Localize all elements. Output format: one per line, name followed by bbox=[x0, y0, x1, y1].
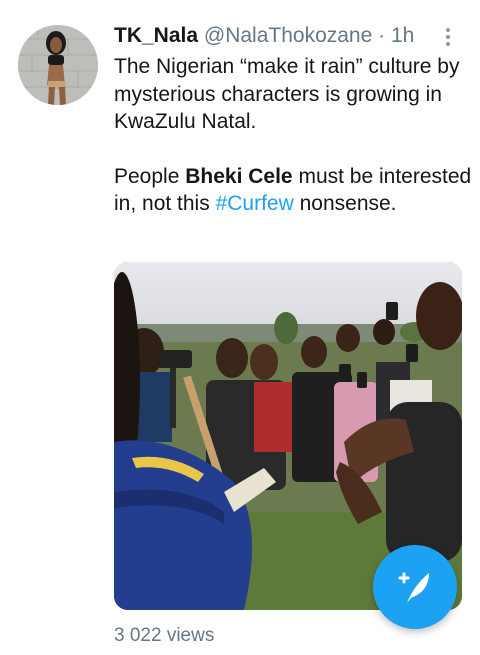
tweet-text: The Nigerian “make it rain” culture by m… bbox=[114, 53, 474, 218]
tweet-paragraph-2: People Bheki Cele must be interested in,… bbox=[114, 163, 474, 218]
tweet-paragraph-1: The Nigerian “make it rain” culture by m… bbox=[114, 55, 460, 133]
tweet-header: TK_Nala @NalaThokozane · 1h bbox=[114, 22, 454, 50]
compose-tweet-button[interactable] bbox=[373, 545, 457, 629]
author-name[interactable]: TK_Nala bbox=[114, 24, 198, 47]
avatar[interactable] bbox=[18, 25, 98, 105]
tweet-time[interactable]: 1h bbox=[391, 24, 414, 47]
text-suffix: nonsense. bbox=[293, 192, 397, 215]
author-handle[interactable]: @NalaThokozane bbox=[204, 24, 372, 47]
more-vertical-icon[interactable] bbox=[441, 26, 455, 48]
view-count: 3 022 views bbox=[114, 625, 215, 646]
text-prefix: People bbox=[114, 164, 186, 188]
bold-name: Bheki Cele bbox=[185, 164, 293, 188]
hashtag-link[interactable]: #Curfew bbox=[216, 192, 294, 215]
avatar-image bbox=[18, 25, 98, 105]
compose-tweet-icon bbox=[398, 572, 429, 603]
separator-dot: · bbox=[378, 24, 386, 47]
